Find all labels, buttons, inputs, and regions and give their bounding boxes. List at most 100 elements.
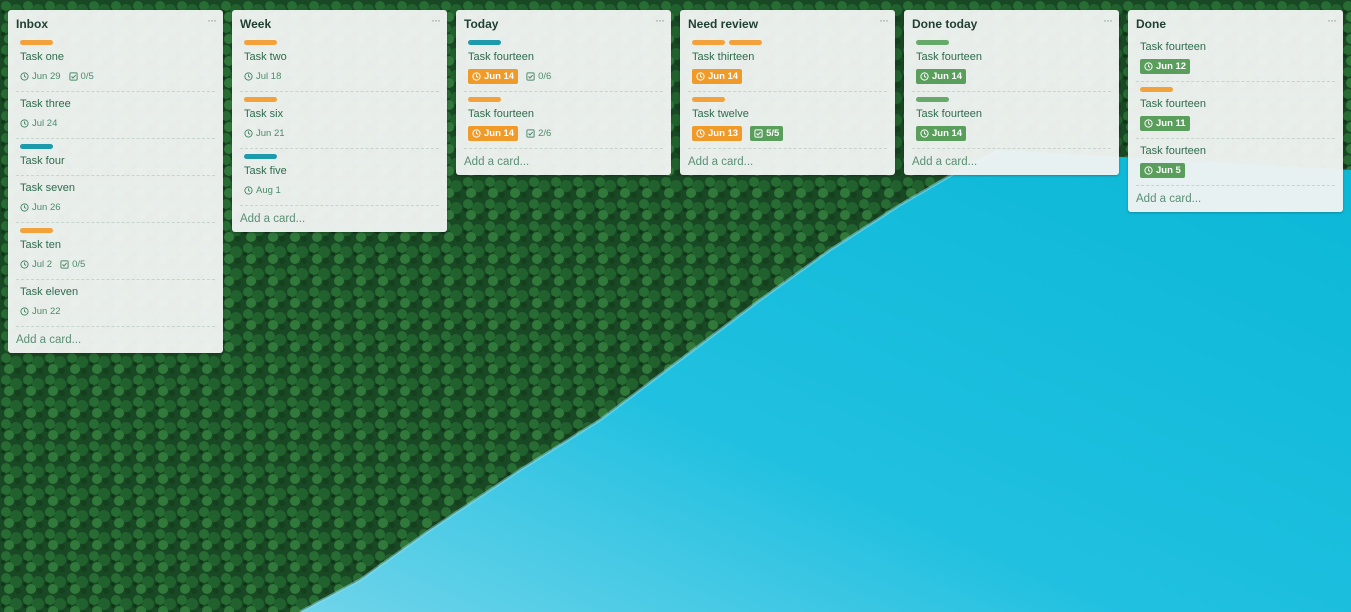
card-title: Task fourteen bbox=[1140, 98, 1207, 110]
label-orange bbox=[244, 97, 277, 102]
card[interactable]: Task five Aug 1 bbox=[240, 149, 439, 206]
more-icon[interactable]: ··· bbox=[1103, 13, 1113, 27]
due-date-text: Jun 11 bbox=[1156, 117, 1186, 129]
checkbox-icon bbox=[754, 128, 763, 138]
card[interactable]: Task fourteen Jun 14 bbox=[912, 35, 1111, 92]
clock-icon bbox=[20, 306, 29, 316]
due-date-badge: Jun 11 bbox=[1140, 115, 1190, 131]
label-orange bbox=[244, 40, 277, 45]
due-date-badge: Jun 14 bbox=[468, 68, 519, 84]
card[interactable]: Task fourteen Jun 14 0/6 bbox=[464, 35, 663, 92]
clock-icon bbox=[20, 202, 29, 212]
card-labels bbox=[916, 97, 1107, 103]
due-date-badge: Jun 26 bbox=[20, 200, 61, 214]
due-date-text: Jun 14 bbox=[484, 70, 515, 82]
due-date-text: Jun 22 bbox=[32, 305, 61, 317]
add-card-button[interactable]: Add a card... bbox=[680, 149, 895, 175]
due-date-text: Jun 14 bbox=[484, 127, 515, 139]
card-badges: Jun 26 bbox=[20, 199, 211, 215]
card-list: Task fourteen Jun 14 Task fourteen Jun 14 bbox=[904, 35, 1119, 149]
add-card-button[interactable]: Add a card... bbox=[456, 149, 671, 175]
add-card-button[interactable]: Add a card... bbox=[232, 206, 447, 232]
label-green bbox=[916, 97, 949, 102]
due-date-badge: Jun 22 bbox=[20, 304, 61, 318]
card[interactable]: Task fourteen Jun 12 bbox=[1136, 35, 1335, 82]
list-header: Inbox ··· bbox=[8, 10, 223, 35]
card-title: Task thirteen bbox=[692, 51, 755, 63]
label-green bbox=[916, 40, 949, 45]
card[interactable]: Task fourteen Jun 14 bbox=[912, 92, 1111, 149]
card-labels bbox=[692, 40, 883, 46]
label-teal bbox=[468, 40, 501, 45]
list-title[interactable]: Need review bbox=[688, 17, 758, 31]
list-today: Today ··· Task fourteen Jun 14 0/6 Task fourt… bbox=[456, 10, 671, 175]
clock-icon bbox=[244, 185, 253, 195]
card-list: Task two Jul 18 Task six Jun 21 Task five Aug… bbox=[232, 35, 447, 206]
add-card-button[interactable]: Add a card... bbox=[1128, 186, 1343, 212]
card[interactable]: Task eleven Jun 22 bbox=[16, 280, 215, 327]
checklist-badge: 5/5 bbox=[750, 125, 784, 141]
due-date-text: Jul 24 bbox=[32, 117, 58, 129]
due-date-badge: Jul 24 bbox=[20, 116, 57, 130]
card-badges: Jun 29 0/5 bbox=[20, 68, 211, 84]
card-labels bbox=[20, 228, 211, 234]
due-date-text: Jun 14 bbox=[932, 127, 963, 139]
more-icon[interactable]: ··· bbox=[655, 13, 665, 27]
card-title: Task four bbox=[20, 155, 65, 167]
more-icon[interactable]: ··· bbox=[879, 13, 889, 27]
card-list: Task fourteen Jun 14 0/6 Task fourteen Jun 1… bbox=[456, 35, 671, 149]
label-orange bbox=[20, 40, 53, 45]
card[interactable]: Task three Jul 24 bbox=[16, 92, 215, 139]
checkbox-icon bbox=[526, 71, 535, 81]
checkbox-icon bbox=[526, 128, 535, 138]
more-icon[interactable]: ··· bbox=[207, 13, 217, 27]
list-title[interactable]: Done bbox=[1136, 17, 1166, 31]
card[interactable]: Task thirteen Jun 14 bbox=[688, 35, 887, 92]
card-badges: Jun 12 bbox=[1140, 58, 1331, 74]
card-labels bbox=[468, 97, 659, 103]
card[interactable]: Task ten Jul 2 0/5 bbox=[16, 223, 215, 280]
card[interactable]: Task two Jul 18 bbox=[240, 35, 439, 92]
list-title[interactable]: Today bbox=[464, 17, 498, 31]
due-date-badge: Jun 12 bbox=[1140, 58, 1191, 74]
list-title[interactable]: Done today bbox=[912, 17, 977, 31]
list-week: Week ··· Task two Jul 18 Task six Jun 21 Task … bbox=[232, 10, 447, 232]
card-list: Task fourteen Jun 12 Task fourteen Jun 11 Ta… bbox=[1128, 35, 1343, 186]
clock-icon bbox=[920, 71, 929, 81]
list-title[interactable]: Inbox bbox=[16, 17, 48, 31]
clock-icon bbox=[20, 259, 29, 269]
due-date-badge: Jun 14 bbox=[916, 68, 967, 84]
list-need-review: Need review ··· Task thirteen Jun 14 Task tw… bbox=[680, 10, 895, 175]
card[interactable]: Task fourteen Jun 11 bbox=[1136, 82, 1335, 139]
list-title[interactable]: Week bbox=[240, 17, 271, 31]
card[interactable]: Task twelve Jun 13 5/5 bbox=[688, 92, 887, 149]
card[interactable]: Task seven Jun 26 bbox=[16, 176, 215, 223]
card[interactable]: Task one Jun 29 0/5 bbox=[16, 35, 215, 92]
clock-icon bbox=[20, 71, 29, 81]
checkbox-icon bbox=[60, 259, 69, 269]
card-title: Task five bbox=[244, 165, 287, 177]
card-labels bbox=[244, 97, 435, 103]
label-orange bbox=[1140, 87, 1173, 92]
due-date-text: Jun 5 bbox=[1156, 164, 1181, 176]
more-icon[interactable]: ··· bbox=[431, 13, 441, 27]
card-title: Task ten bbox=[20, 239, 61, 251]
card[interactable]: Task four bbox=[16, 139, 215, 176]
due-date-text: Jun 13 bbox=[708, 127, 739, 139]
card-title: Task fourteen bbox=[468, 51, 535, 63]
more-icon[interactable]: ··· bbox=[1327, 13, 1337, 27]
clock-icon bbox=[696, 128, 705, 138]
checklist-badge: 0/5 bbox=[60, 257, 85, 271]
checklist-badge: 2/6 bbox=[526, 126, 551, 140]
card[interactable]: Task fourteen Jun 14 2/6 bbox=[464, 92, 663, 149]
label-orange bbox=[692, 40, 725, 45]
add-card-button[interactable]: Add a card... bbox=[8, 327, 223, 353]
card-badges: Jun 14 bbox=[916, 68, 1107, 84]
card[interactable]: Task fourteen Jun 5 bbox=[1136, 139, 1335, 186]
checklist-count: 0/5 bbox=[80, 70, 94, 82]
checklist-badge: 0/6 bbox=[526, 69, 551, 83]
card-badges: Jun 13 5/5 bbox=[692, 125, 883, 141]
card[interactable]: Task six Jun 21 bbox=[240, 92, 439, 149]
card-badges: Jun 22 bbox=[20, 303, 211, 319]
add-card-button[interactable]: Add a card... bbox=[904, 149, 1119, 175]
